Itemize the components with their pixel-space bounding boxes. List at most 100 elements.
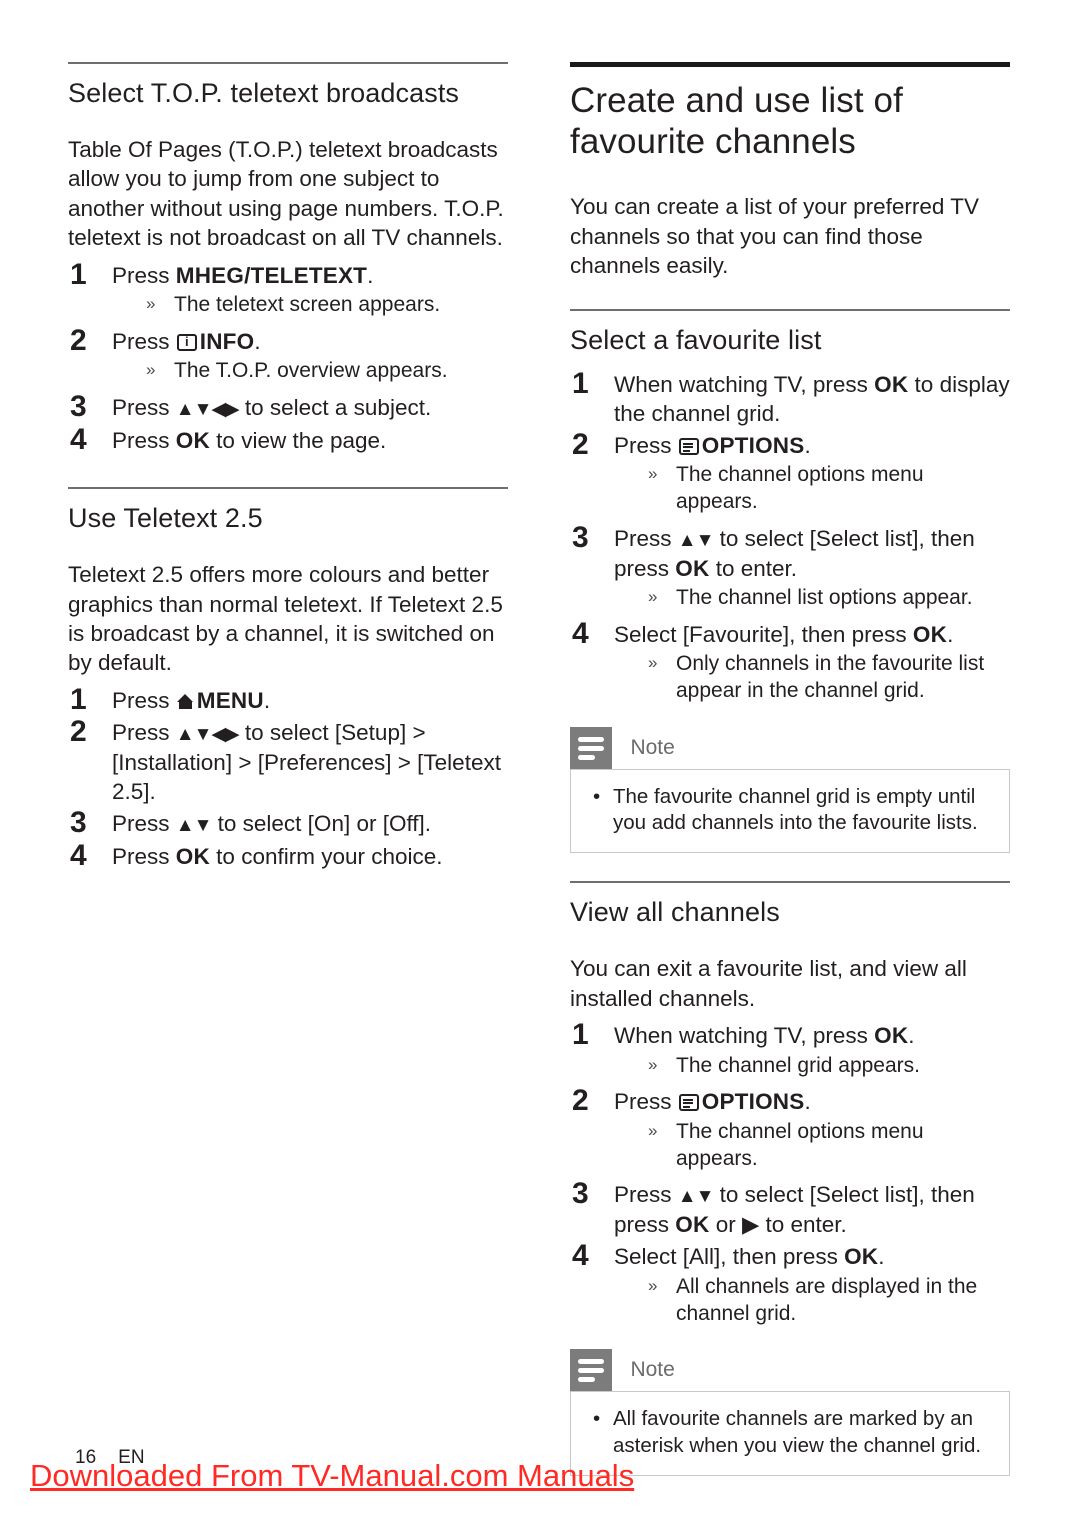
step-item: 2 Press INFO. »The T.O.P. overview appea… [68,324,508,385]
note-box: Note • The favourite channel grid is empt… [570,726,1010,854]
note-header: Note [570,1349,1010,1392]
step-text: Press OPTIONS. [614,1089,811,1115]
step-text: Press OPTIONS. [614,433,811,459]
step-text: Press MENU. [112,687,271,713]
right-column: Create and use list of favourite channel… [570,62,1010,1476]
step-item: 2 Press OPTIONS. » The channel options me… [570,1084,1010,1173]
step-result: » The channel options menu appears. [648,463,924,514]
home-icon [176,693,194,709]
step-result-list: » The teletext screen appears. [112,292,508,319]
guillemet-icon: » [146,360,156,380]
step-text: Press OK to view the page. [112,427,387,453]
step-item: 3 Press ▲▼ to select [On] or [Off]. [68,806,508,839]
step-result: » The teletext screen appears. [146,293,441,317]
step-result: » All channels are displayed in the chann… [648,1274,978,1325]
step-text: Press INFO. [112,327,508,356]
guillemet-icon: » [648,1120,658,1140]
manual-page: Select T.O.P. teletext broadcasts Table … [0,0,1080,1530]
step-list: 1 Press MENU. 2 Press ▲▼◀▶ to select [Se… [68,683,508,873]
step-item: 1 Press MHEG/TELETEXT. » The teletext scr… [68,258,508,319]
note-item: • The favourite channel grid is empty unt… [593,784,978,835]
step-item: 4 Select [All], then press OK. » All chan… [570,1239,1010,1328]
note-item: • All favourite channels are marked by an… [593,1407,982,1457]
step-text: Press ▲▼ to select [Select list], then p… [614,1182,975,1238]
bullet-icon: • [593,1407,601,1431]
left-column: Select T.O.P. teletext broadcasts Table … [68,62,508,874]
step-text: Press MHEG/TELETEXT. [112,262,374,288]
guillemet-icon: » [648,1054,658,1074]
step-item: 1 Press MENU. [68,683,508,716]
step-result-list: » The channel options menu appears. [614,462,1010,516]
guillemet-icon: » [648,1275,658,1295]
step-result: » The channel list options appear. [648,586,973,610]
step-number: 2 [70,715,87,749]
step-text: Press ▲▼◀▶ to select [Setup] > [Installa… [112,720,501,805]
arrow-keys-icon: ▲▼ [677,530,715,552]
step-text: Press OK to confirm your choice. [112,844,443,870]
arrow-keys-icon: ▲▼◀▶ [175,724,240,746]
step-number: 2 [572,428,589,462]
step-item: 1 When watching TV, press OK. » The chann… [570,1018,1010,1080]
arrow-keys-icon: ▲▼ [175,815,213,837]
step-item: 4 Press OK to view the page. [68,423,508,456]
section-intro-text: Teletext 2.5 offers more colours and bet… [68,562,503,676]
note-body: • All favourite channels are marked by an… [570,1391,1010,1476]
note-header: Note [570,726,1010,769]
step-item: 4 Select [Favourite], then press OK. » On… [570,617,1010,705]
note-icon [570,726,612,769]
step-number: 3 [70,390,87,424]
step-number: 1 [572,1018,589,1052]
step-text: Select [All], then press OK. [614,1244,885,1270]
step-item: 3 Press ▲▼◀▶ to select a subject. [68,390,508,423]
step-result: » Only channels in the favourite list app… [648,652,985,703]
note-label: Note [630,735,675,759]
step-item: 2 Press ▲▼◀▶ to select [Setup] > [Instal… [68,715,508,806]
watermark-text: Downloaded From TV-Manual.com Manuals [30,1458,635,1493]
section-view-all-channels: View all channels You can exit a favouri… [570,881,1010,1476]
step-number: 1 [70,257,87,291]
step-result-list: » Only channels in the favourite list app… [614,651,1010,705]
section-rule [570,308,1010,311]
chapter-intro-text: You can create a list of your preferred … [570,194,979,279]
step-number: 3 [70,806,87,840]
section-rule [68,62,508,64]
step-text: Press ▲▼ to select [Select list], then p… [614,526,975,581]
step-text: Press ▲▼◀▶ to select a subject. [112,395,432,421]
step-result: » The T.O.P. overview appears. [146,359,448,383]
chapter-rule [570,62,1010,67]
step-number: 1 [572,366,589,400]
step-result-list: » The channel options menu appears. [614,1119,1010,1173]
section-intro-text: You can exit a favourite list, and view … [570,956,967,1011]
step-list: 1 When watching TV, press OK. » The chann… [570,1018,1010,1328]
step-list: 1 Press MHEG/TELETEXT. » The teletext scr… [68,258,508,456]
step-result-list: » All channels are displayed in the chann… [614,1274,1010,1328]
step-result: » The channel options menu appears. [648,1119,924,1170]
step-result-list: » The channel list options appear. [614,585,1010,612]
guillemet-icon: » [648,464,658,484]
section-select-top-teletext: Select T.O.P. teletext broadcasts Table … [68,62,508,456]
guillemet-icon: » [648,653,658,673]
step-item: 3 Press ▲▼ to select [Select list], then… [570,1177,1010,1239]
section-select-favourite-list: Select a favourite list 1 When watching … [570,308,1010,854]
note-list: • All favourite channels are marked by an… [587,1406,993,1458]
page-title: Create and use list of favourite channel… [570,81,903,161]
step-number: 2 [572,1084,589,1118]
section-use-teletext-25: Use Teletext 2.5 Teletext 2.5 offers mor… [68,487,508,873]
guillemet-icon: » [648,587,658,607]
step-result-list: » The channel grid appears. [614,1053,1010,1080]
note-label: Note [630,1358,675,1382]
section-rule [68,487,508,490]
note-list: • The favourite channel grid is empty unt… [587,784,993,836]
note-icon [570,1349,612,1392]
step-number: 3 [572,521,589,555]
section-rule [570,881,1010,884]
step-result-list: » The T.O.P. overview appears. [112,358,508,385]
section-heading: Select T.O.P. teletext broadcasts [68,78,460,108]
step-result: » The channel grid appears. [648,1053,920,1077]
step-item: 3 Press ▲▼ to select [Select list], then… [570,521,1010,612]
step-text: Select [Favourite], then press OK. [614,621,954,647]
step-number: 4 [70,839,87,873]
step-number: 2 [70,324,87,357]
note-box: Note • All favourite channels are marked … [570,1349,1010,1476]
step-number: 4 [572,1239,589,1273]
